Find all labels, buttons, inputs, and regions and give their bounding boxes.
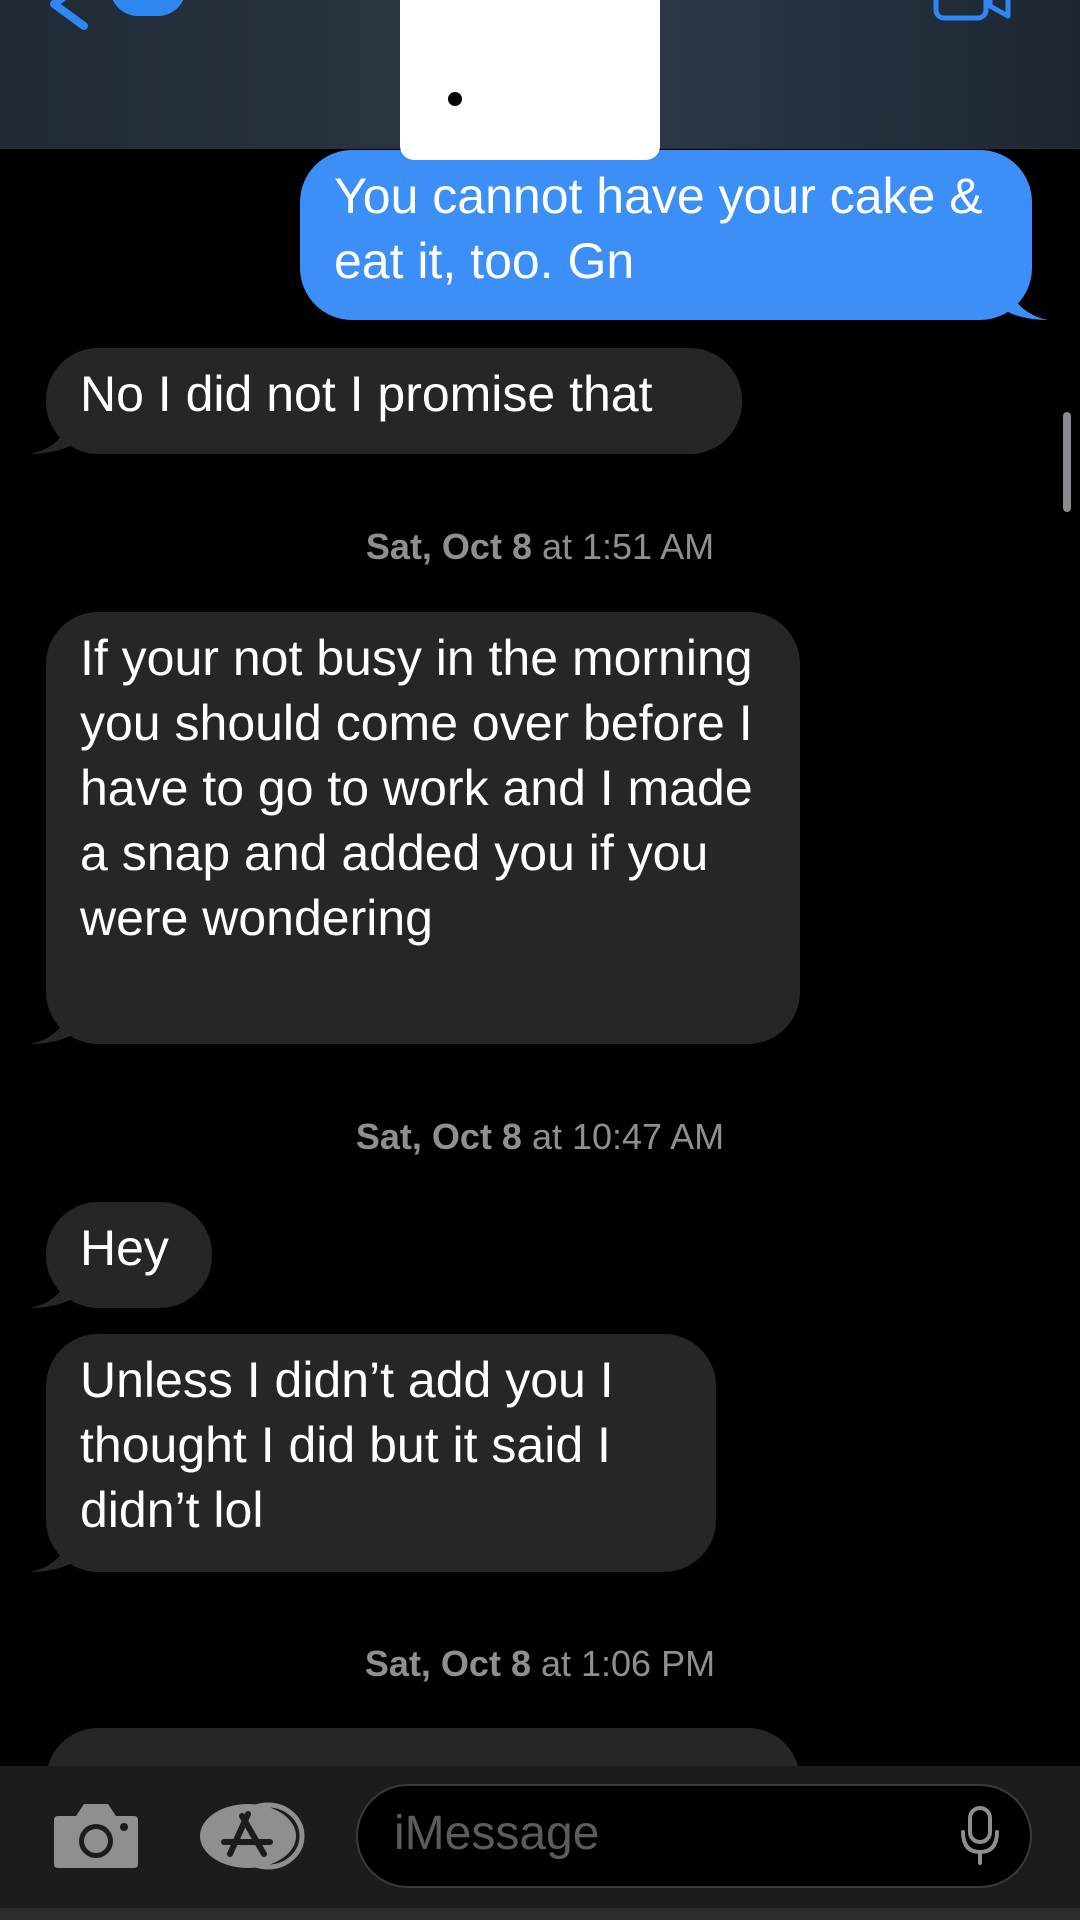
incoming-message-bubble[interactable]: Unless I didn’t add you I thought I did … [46,1334,716,1572]
imessage-input[interactable]: iMessage [356,1784,1032,1888]
facetime-video-icon[interactable] [932,0,1012,24]
bubble-tail [30,420,70,454]
back-button[interactable]: 3 [44,0,186,30]
incoming-message-bubble[interactable] [46,1728,800,1766]
timestamp: Sat, Oct 8 at 10:47 AM [0,1116,1080,1158]
message-text: If your not busy in the morning you shou… [80,630,753,946]
bubble-tail [30,1538,70,1572]
app-store-icon[interactable] [198,1802,308,1870]
imessage-placeholder: iMessage [394,1807,600,1860]
contact-avatar[interactable] [400,0,660,160]
message-text: Hey [80,1220,169,1276]
timestamp-time: at 1:06 PM [540,1643,716,1684]
timestamp-time: at 1:51 AM [541,526,715,567]
incoming-message-bubble[interactable]: Hey [46,1202,212,1308]
bubble-tail [30,1010,70,1044]
timestamp-day: Sat, Oct 8 [365,526,532,567]
bottom-strip [0,1908,1080,1920]
bubble-tail [1008,286,1048,320]
message-text: Unless I didn’t add you I thought I did … [80,1352,614,1538]
outgoing-message-bubble[interactable]: You cannot have your cake & eat it, too.… [300,150,1032,320]
camera-icon[interactable] [52,1800,140,1870]
microphone-icon[interactable] [960,1806,1000,1866]
timestamp-day: Sat, Oct 8 [355,1116,522,1157]
timestamp-time: at 10:47 AM [531,1116,725,1157]
unread-count-badge: 3 [110,0,186,16]
timestamp: Sat, Oct 8 at 1:06 PM [0,1643,1080,1685]
conversation-header: 3 [0,0,1080,160]
avatar-dot [448,92,462,106]
message-text: No I did not I promise that [80,366,653,422]
message-input-bar: iMessage [0,1766,1080,1920]
scroll-indicator[interactable] [1063,412,1071,512]
timestamp-day: Sat, Oct 8 [364,1643,531,1684]
back-chevron-icon [50,0,88,30]
timestamp: Sat, Oct 8 at 1:51 AM [0,526,1080,568]
bubble-tail [30,1274,70,1308]
message-text: You cannot have your cake & eat it, too.… [334,168,983,289]
incoming-message-bubble[interactable]: If your not busy in the morning you shou… [46,612,800,1044]
incoming-message-bubble[interactable]: No I did not I promise that [46,348,742,454]
message-transcript[interactable]: You cannot have your cake & eat it, too.… [0,148,1080,1766]
messages-screen: 3 You cannot have your cake & eat it, to… [0,0,1080,1920]
